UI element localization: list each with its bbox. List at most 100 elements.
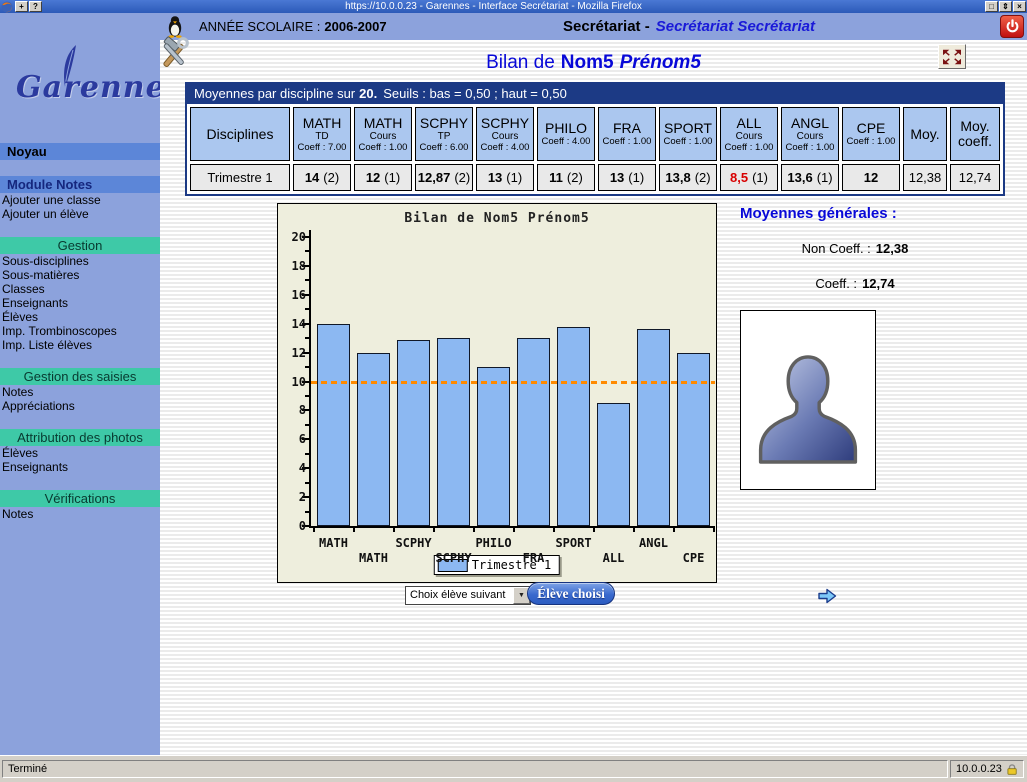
sidebar-section-gestion-des-saisies: Gestion des saisies [0, 368, 160, 385]
grade-cell-1: 12(1) [354, 164, 412, 191]
disciplines-header: Disciplines [190, 107, 290, 161]
x-tick [353, 528, 355, 532]
student-photo-box [740, 310, 876, 490]
student-select[interactable]: Choix élève suivant ▼ [405, 586, 531, 605]
non-coeff-average: Non Coeff. : 12,38 [740, 241, 970, 256]
y-tick-label: 4 [280, 461, 306, 475]
column-header-math-1: MATHCoursCoeff : 1.00 [354, 107, 412, 161]
page-title-prenom: Prénom5 [620, 52, 701, 73]
non-coeff-value: 12,38 [876, 241, 909, 256]
tux-icon [167, 15, 183, 38]
x-tick [393, 528, 395, 532]
grades-bar-chart: Bilan de Nom5 Prénom5 Trimestre 1 024681… [277, 203, 717, 583]
sidebar-module-module-notes[interactable]: Module Notes [0, 176, 160, 193]
x-tick [713, 528, 715, 532]
y-tick-label: 0 [280, 519, 306, 533]
column-header-moy-10: Moy. [903, 107, 947, 161]
window-title: https://10.0.0.23 - Garennes - Interface… [0, 0, 987, 13]
x-label-2: SCPHY [382, 536, 446, 550]
sidebar-item-sous-matieres[interactable]: Sous-matières [0, 268, 160, 282]
chart-x-axis [309, 526, 715, 528]
sidebar-item-enseignants[interactable]: Enseignants [0, 460, 160, 474]
lock-icon[interactable] [1006, 763, 1018, 776]
sidebar-item-imp-trombinoscopes[interactable]: Imp. Trombinoscopes [0, 324, 160, 338]
column-header-fra-5: FRACoeff : 1.00 [598, 107, 656, 161]
main-content: Bilan deNom5Prénom5 Moyennes par discipl… [160, 40, 1027, 755]
column-header-scphy-3: SCPHYCoursCoeff : 4.00 [476, 107, 534, 161]
column-header-sport-6: SPORTCoeff : 1.00 [659, 107, 717, 161]
bar-scphy-3 [437, 338, 470, 526]
section-value: Secrétariat Secrétariat [656, 18, 815, 35]
maximize-button[interactable]: □ [985, 1, 998, 12]
column-header-math-0: MATHTDCoeff : 7.00 [293, 107, 351, 161]
bar-angl-8 [637, 329, 670, 526]
y-tick [305, 482, 309, 484]
garennes-logo: Garennes [2, 52, 160, 122]
sidebar-item-classes[interactable]: Classes [0, 282, 160, 296]
non-coeff-label: Non Coeff. : [802, 241, 871, 256]
column-header-scphy-2: SCPHYTPCoeff : 6.00 [415, 107, 473, 161]
threshold-line [311, 381, 715, 384]
column-header-angl-8: ANGLCoursCoeff : 1.00 [781, 107, 839, 161]
x-label-9: CPE [662, 551, 726, 565]
page-title-nom: Nom5 [561, 52, 614, 73]
column-header-cpe-9: CPECoeff : 1.00 [842, 107, 900, 161]
sidebar-item-eleves[interactable]: Élèves [0, 310, 160, 324]
x-tick [433, 528, 435, 532]
y-tick-label: 20 [280, 230, 306, 244]
y-tick-label: 18 [280, 259, 306, 273]
sidebar-item-ajouter-un-eleve[interactable]: Ajouter un élève [0, 207, 160, 221]
grade-cell-3: 13(1) [476, 164, 534, 191]
browser-window: + ? https://10.0.0.23 - Garennes - Inter… [0, 0, 1027, 782]
sidebar-item-imp-liste-eleves[interactable]: Imp. Liste élèves [0, 338, 160, 352]
y-tick-label: 14 [280, 317, 306, 331]
grade-cell-6: 13,8(2) [659, 164, 717, 191]
page-title-prefix: Bilan de [486, 52, 555, 73]
grade-cell-10: 12,38 [903, 164, 947, 191]
x-label-4: PHILO [462, 536, 526, 550]
section-prefix: Secrétariat - [563, 18, 650, 35]
sidebar-item-notes[interactable]: Notes [0, 385, 160, 399]
x-label-6: SPORT [542, 536, 606, 550]
x-label-1: MATH [342, 551, 406, 565]
grade-cell-4: 11(2) [537, 164, 595, 191]
coeff-label: Coeff. : [815, 276, 857, 291]
x-label-5: FRA [502, 551, 566, 565]
column-header-all-7: ALLCoursCoeff : 1.00 [720, 107, 778, 161]
next-arrow-icon[interactable] [817, 588, 837, 604]
eleve-choisi-button[interactable]: Élève choisi [527, 582, 615, 605]
y-tick [305, 366, 309, 368]
sidebar-item-sous-disciplines[interactable]: Sous-disciplines [0, 254, 160, 268]
bar-math-0 [317, 324, 350, 526]
status-label: Terminé [8, 761, 47, 777]
coeff-value: 12,74 [862, 276, 895, 291]
sidebar-gap [0, 160, 160, 176]
school-year-label: ANNÉE SCOLAIRE : [199, 19, 320, 34]
x-tick [313, 528, 315, 532]
page-title: Bilan de Nom5 Prénom5 [160, 52, 1027, 74]
shade-button[interactable]: ⇕ [999, 1, 1012, 12]
averages-title: Moyennes générales : [740, 205, 897, 222]
sidebar-section-gestion: Gestion [0, 237, 160, 254]
sidebar-section-attribution-des-photos: Attribution des photos [0, 429, 160, 446]
sidebar-section-verifications: Vérifications [0, 490, 160, 507]
logout-power-button[interactable] [1000, 15, 1024, 38]
close-button[interactable]: × [1013, 1, 1026, 12]
y-tick [305, 511, 309, 513]
sidebar-item-appreciations[interactable]: Appréciations [0, 399, 160, 413]
sidebar-module-noyau[interactable]: Noyau [0, 143, 160, 160]
y-tick-label: 6 [280, 432, 306, 446]
sidebar-item-ajouter-une-classe[interactable]: Ajouter une classe [0, 193, 160, 207]
bar-fra-5 [517, 338, 550, 526]
sidebar-item-enseignants[interactable]: Enseignants [0, 296, 160, 310]
fullscreen-button[interactable] [938, 44, 966, 69]
column-header-philo-4: PHILOCoeff : 4.00 [537, 107, 595, 161]
x-label-3: SCPHY [422, 551, 486, 565]
grade-cell-11: 12,74 [950, 164, 1000, 191]
sidebar-gap [0, 474, 160, 490]
x-tick [473, 528, 475, 532]
sidebar-item-eleves[interactable]: Élèves [0, 446, 160, 460]
sidebar-item-notes[interactable]: Notes [0, 507, 160, 521]
grades-table: Disciplines MATHTDCoeff : 7.00MATHCoursC… [187, 104, 1003, 194]
grade-cell-0: 14(2) [293, 164, 351, 191]
